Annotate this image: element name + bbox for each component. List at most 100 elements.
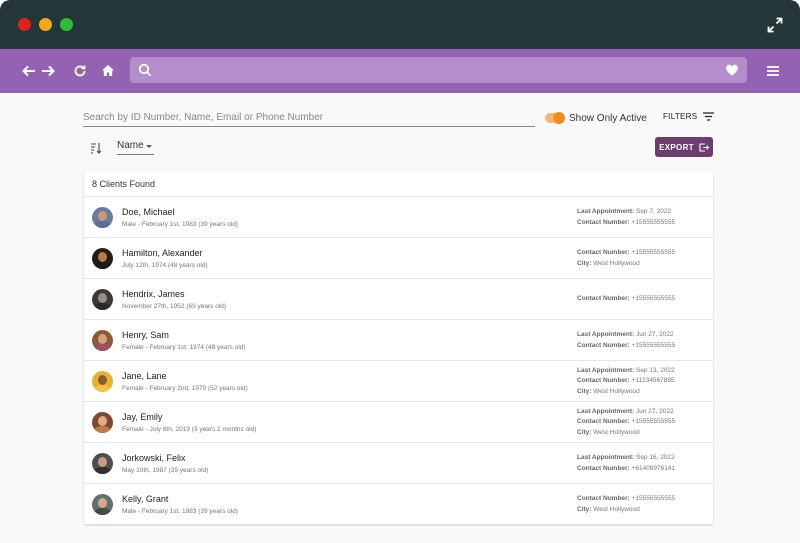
contact-number-line: Contact Number: +15555555555 bbox=[577, 294, 697, 305]
avatar bbox=[92, 248, 113, 269]
last-appointment-line: Last Appointment: Jun 27, 2022 bbox=[577, 330, 697, 341]
show-only-active-toggle[interactable] bbox=[545, 112, 565, 124]
browser-window: Show Only Active FILTERS Name EXPORT 8 C… bbox=[0, 0, 800, 543]
contact-number-value: +15555555555 bbox=[631, 418, 676, 426]
sort-by-select[interactable]: Name bbox=[117, 140, 154, 155]
city-label: City: bbox=[577, 387, 592, 395]
filters-label: FILTERS bbox=[663, 112, 698, 121]
client-name[interactable]: Kelly, Grant bbox=[122, 494, 168, 504]
city-label: City: bbox=[577, 505, 592, 513]
hamburger-menu-icon[interactable] bbox=[766, 64, 780, 78]
sort-direction-icon[interactable] bbox=[90, 141, 102, 154]
contact-number-line: Contact Number: +15555555555 bbox=[577, 248, 697, 259]
city-line: City: West Hollywood bbox=[577, 259, 697, 270]
heart-icon[interactable] bbox=[725, 63, 739, 77]
contact-number-line: Contact Number: +61409976141 bbox=[577, 464, 697, 475]
contact-number-value: +15555555555 bbox=[631, 249, 676, 256]
client-details: Male - February 1st, 1983 (39 years old) bbox=[122, 221, 238, 228]
client-contact-info: Contact Number: +15555555555 City: West H… bbox=[577, 494, 697, 515]
client-details: Male - February 1st, 1983 (39 years old) bbox=[122, 508, 238, 515]
client-contact-info: Contact Number: +15555555555 bbox=[577, 294, 697, 305]
client-row[interactable]: Hamilton, Alexander July 12th, 1974 (48 y… bbox=[84, 238, 713, 279]
export-label: EXPORT bbox=[659, 142, 694, 152]
maximize-dot[interactable] bbox=[60, 18, 73, 31]
contact-number-value: +15555555555 bbox=[631, 295, 676, 303]
city-value: West Hollywood bbox=[593, 387, 640, 395]
client-contact-info: Contact Number: +15555555555 City: West H… bbox=[577, 248, 697, 269]
client-name[interactable]: Henry, Sam bbox=[122, 330, 169, 340]
city-line: City: West Hollywood bbox=[577, 387, 697, 398]
sort-by-value: Name bbox=[117, 140, 144, 151]
client-contact-info: Last Appointment: Jun 27, 2022 Contact Nu… bbox=[577, 330, 697, 351]
contact-number-line: Contact Number: +15555555555 bbox=[577, 494, 697, 505]
client-details: July 12th, 1974 (48 years old) bbox=[122, 262, 208, 269]
city-label: City: bbox=[577, 428, 592, 436]
reload-icon[interactable] bbox=[71, 62, 89, 80]
client-name[interactable]: Jane, Lane bbox=[122, 371, 167, 381]
city-value: West Hollywood bbox=[593, 505, 640, 513]
client-name[interactable]: Hendrix, James bbox=[122, 289, 185, 299]
avatar bbox=[92, 289, 113, 310]
client-row[interactable]: Doe, Michael Male - February 1st, 1983 (3… bbox=[84, 197, 713, 238]
client-details: Female - July 6th, 2019 (3 years 2 month… bbox=[122, 426, 257, 433]
contact-number-line: Contact Number: +15555555555 bbox=[577, 417, 697, 428]
city-value: West Hollywood bbox=[593, 259, 640, 267]
client-row[interactable]: Jorkowski, Felix May 10th, 1987 (35 years… bbox=[84, 443, 713, 484]
last-appointment-value: Sep 16, 2022 bbox=[635, 454, 675, 461]
close-dot[interactable] bbox=[18, 18, 31, 31]
client-name[interactable]: Jay, Emily bbox=[122, 412, 162, 422]
chevron-down-icon bbox=[146, 145, 152, 148]
client-name[interactable]: Jorkowski, Felix bbox=[122, 453, 186, 463]
client-name[interactable]: Hamilton, Alexander bbox=[122, 248, 203, 258]
last-appointment-label: Last Appointment: bbox=[577, 331, 635, 338]
expand-icon[interactable] bbox=[767, 17, 783, 33]
client-contact-info: Last Appointment: Sep 16, 2022 Contact Nu… bbox=[577, 453, 697, 474]
avatar bbox=[92, 330, 113, 351]
browser-toolbar bbox=[0, 49, 800, 93]
client-row[interactable]: Hendrix, James November 27th, 1952 (69 ye… bbox=[84, 279, 713, 320]
contact-number-label: Contact Number: bbox=[577, 249, 630, 256]
filters-button[interactable]: FILTERS bbox=[663, 112, 715, 121]
export-button[interactable]: EXPORT bbox=[655, 137, 713, 157]
client-search-input[interactable] bbox=[83, 109, 535, 127]
contact-number-line: Contact Number: +15555555555 bbox=[577, 341, 697, 352]
client-name[interactable]: Doe, Michael bbox=[122, 207, 175, 217]
contact-number-value: +15555555555 bbox=[631, 218, 676, 226]
forward-arrow-icon[interactable] bbox=[39, 62, 57, 80]
client-row[interactable]: Kelly, Grant Male - February 1st, 1983 (3… bbox=[84, 484, 713, 525]
address-bar[interactable] bbox=[130, 57, 747, 83]
city-label: City: bbox=[577, 259, 592, 267]
city-line: City: West Hollywood bbox=[577, 428, 697, 439]
avatar bbox=[92, 412, 113, 433]
client-details: November 27th, 1952 (69 years old) bbox=[122, 303, 227, 310]
last-appointment-line: Last Appointment: Jun 27, 2022 bbox=[577, 407, 697, 418]
contact-number-label: Contact Number: bbox=[577, 418, 630, 426]
toggle-knob bbox=[553, 112, 565, 124]
contact-number-label: Contact Number: bbox=[577, 341, 630, 349]
contact-number-value: +11234567895 bbox=[631, 377, 675, 385]
last-appointment-value: Sep 13, 2022 bbox=[635, 366, 675, 374]
last-appointment-line: Last Appointment: Sep 7, 2022 bbox=[577, 207, 697, 218]
back-arrow-icon[interactable] bbox=[20, 62, 38, 80]
export-icon bbox=[699, 142, 709, 152]
client-row[interactable]: Jane, Lane Female - February 2nd, 1970 (5… bbox=[84, 361, 713, 402]
last-appointment-label: Last Appointment: bbox=[577, 407, 635, 415]
window-titlebar bbox=[0, 0, 800, 49]
client-contact-info: Last Appointment: Sep 7, 2022 Contact Num… bbox=[577, 207, 697, 228]
last-appointment-value: Jun 27, 2022 bbox=[635, 407, 674, 415]
last-appointment-label: Last Appointment: bbox=[577, 366, 635, 374]
last-appointment-line: Last Appointment: Sep 13, 2022 bbox=[577, 366, 697, 377]
show-only-active-label: Show Only Active bbox=[569, 113, 647, 124]
contact-number-label: Contact Number: bbox=[577, 377, 630, 385]
minimize-dot[interactable] bbox=[39, 18, 52, 31]
client-list: Doe, Michael Male - February 1st, 1983 (3… bbox=[84, 197, 713, 525]
contact-number-value: +15555555555 bbox=[631, 341, 676, 349]
contact-number-value: +15555555555 bbox=[631, 495, 676, 502]
client-row[interactable]: Henry, Sam Female - February 1st, 1974 (4… bbox=[84, 320, 713, 361]
client-details: Female - February 2nd, 1970 (52 years ol… bbox=[122, 385, 248, 392]
avatar bbox=[92, 371, 113, 392]
contact-number-line: Contact Number: +15555555555 bbox=[577, 218, 697, 229]
client-row[interactable]: Jay, Emily Female - July 6th, 2019 (3 yea… bbox=[84, 402, 713, 443]
client-details: May 10th, 1987 (35 years old) bbox=[122, 467, 209, 474]
home-icon[interactable] bbox=[99, 62, 117, 80]
